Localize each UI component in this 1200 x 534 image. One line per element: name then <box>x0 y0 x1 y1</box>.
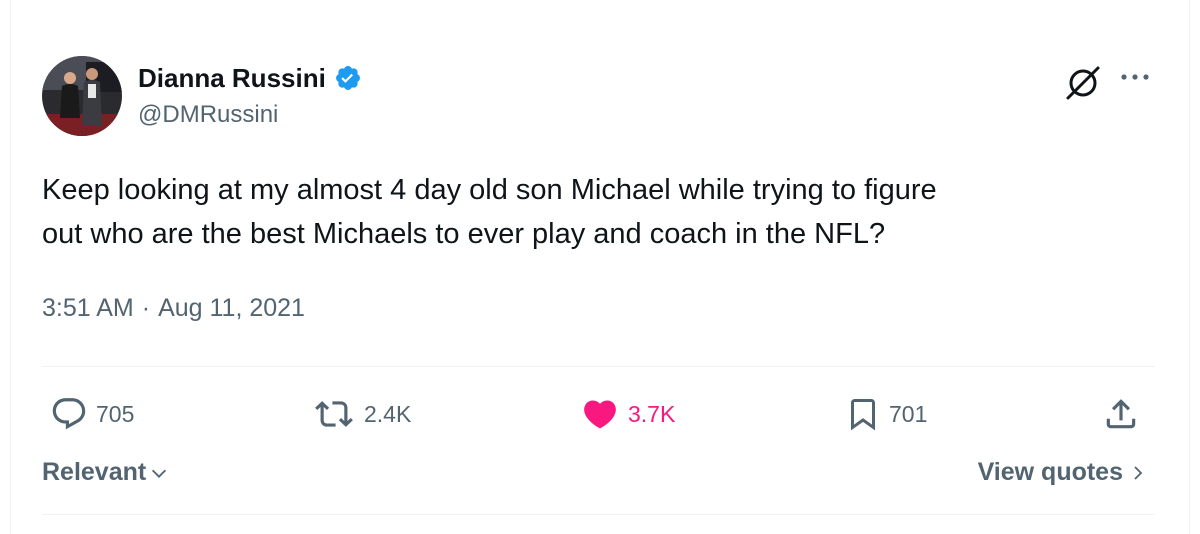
author-handle[interactable]: @DMRussini <box>138 101 278 129</box>
tweet-text: Keep looking at my almost 4 day old son … <box>42 168 1142 256</box>
divider <box>42 366 1155 367</box>
sort-label: Relevant <box>42 458 147 486</box>
grok-icon[interactable] <box>1062 62 1104 109</box>
view-quotes-label: View quotes <box>977 458 1123 486</box>
tweet-time[interactable]: 3:51 AM <box>42 294 134 323</box>
tweet-date[interactable]: Aug 11, 2021 <box>158 294 305 323</box>
meta-separator: · <box>141 294 151 322</box>
more-icon[interactable] <box>1118 68 1152 91</box>
tweet-text-line: out who are the best Michaels to ever pl… <box>42 218 886 250</box>
author-name-row[interactable]: Dianna Russini <box>138 60 362 96</box>
verified-badge-icon <box>334 64 362 92</box>
chevron-right-icon <box>1134 465 1143 480</box>
repost-button[interactable]: 2.4K <box>312 392 411 436</box>
sort-dropdown[interactable]: Relevant <box>42 458 170 487</box>
reply-icon <box>52 398 86 430</box>
divider <box>42 514 1155 515</box>
share-button[interactable] <box>1102 392 1140 436</box>
repost-count: 2.4K <box>364 400 412 427</box>
share-icon <box>1106 399 1136 429</box>
tweet-timestamp: 3:51 AM · Aug 11, 2021 <box>42 294 305 323</box>
action-bar: 705 2.4K 3.7K 701 <box>0 392 1200 436</box>
author-display-name[interactable]: Dianna Russini <box>138 63 326 94</box>
tweet-text-line: Keep looking at my almost 4 day old son … <box>42 174 937 206</box>
chevron-down-icon <box>152 469 167 478</box>
view-quotes-link[interactable]: View quotes <box>978 458 1147 487</box>
reply-button[interactable]: 705 <box>50 392 134 436</box>
avatar[interactable] <box>42 56 122 136</box>
heart-icon <box>584 400 616 429</box>
reply-count: 705 <box>96 400 135 427</box>
bookmark-count: 701 <box>889 400 928 427</box>
bookmark-icon <box>851 399 875 431</box>
like-button[interactable]: 3.7K <box>580 392 675 436</box>
retweet-icon <box>315 401 353 427</box>
like-count: 3.7K <box>628 400 676 427</box>
bookmark-button[interactable]: 701 <box>845 392 927 436</box>
